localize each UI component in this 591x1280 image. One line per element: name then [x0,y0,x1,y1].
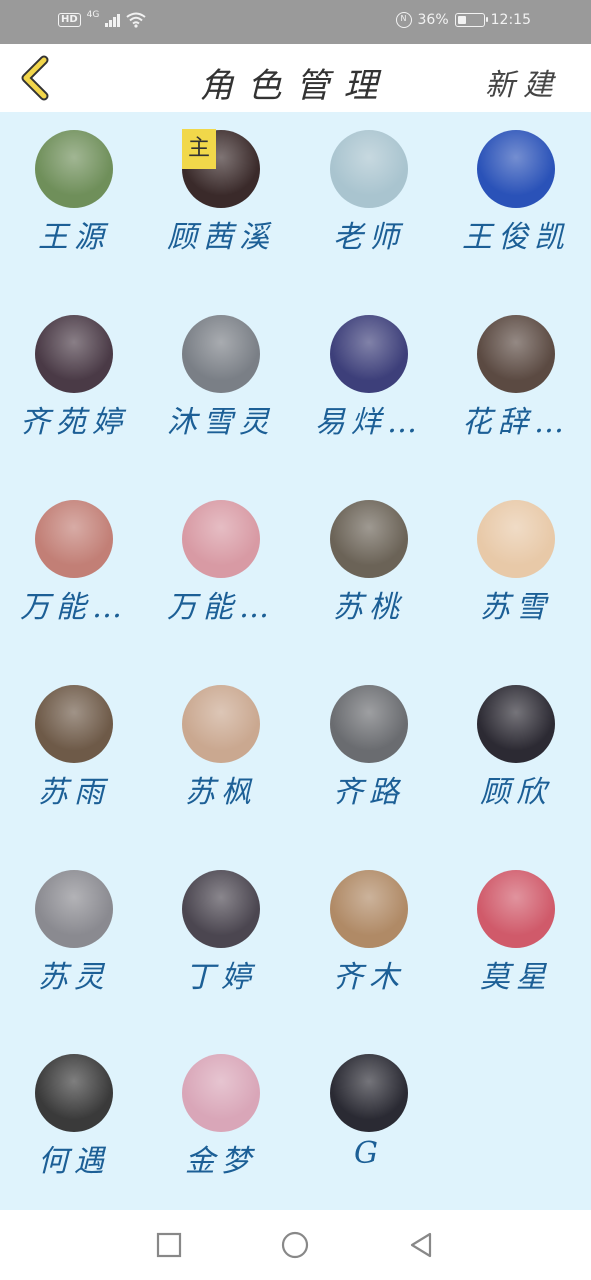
triangle-back-icon [410,1232,432,1258]
role-card[interactable]: 何遇 [0,1036,148,1186]
role-card[interactable]: 顾茜溪 [147,112,295,262]
status-left: HD 4G [58,10,146,28]
battery-percent: 36% [417,12,449,28]
square-icon [156,1232,182,1258]
role-grid: 王源 顾茜溪 老师 王俊凯齐苑婷 沐雪灵 易烊… 花辞… 万能… 万能… 苏桃 苏雪苏雨 苏枫 齐路 顾欣… [0,112,591,1210]
role-card[interactable]: 老师 [295,112,443,262]
role-card[interactable]: 苏雨 [0,667,148,817]
network-type: 4G [86,10,100,20]
role-card[interactable]: 王源 [0,112,148,262]
avatar [330,1054,408,1132]
role-card[interactable]: 易烊… [295,297,443,447]
avatar [182,315,260,393]
role-name: 万能… [167,590,275,625]
title-bar: 角色管理 新建 [0,44,591,112]
avatar [477,500,555,578]
role-card[interactable]: 苏桃 [295,482,443,632]
role-name: 丁婷 [185,960,257,995]
role-name: 苏雪 [480,590,552,625]
avatar [330,685,408,763]
role-card[interactable]: 顾欣 [442,667,590,817]
role-card[interactable]: 花辞… [442,297,590,447]
role-card[interactable]: 丁婷 [147,852,295,1002]
wifi-icon [126,12,146,28]
avatar [35,315,113,393]
avatar [35,870,113,948]
avatar [477,870,555,948]
role-card[interactable]: 莫星 [442,852,590,1002]
role-name: 王源 [38,220,110,255]
role-name: 苏雨 [38,775,110,810]
role-card[interactable]: 苏雪 [442,482,590,632]
role-name: 金梦 [185,1144,257,1179]
status-bar: HD 4G N 36% 12:15 [0,0,591,44]
avatar [182,870,260,948]
avatar [477,315,555,393]
role-card[interactable]: 齐苑婷 [0,297,148,447]
role-card[interactable]: 苏枫 [147,667,295,817]
avatar [182,500,260,578]
circle-icon [281,1231,309,1259]
role-card[interactable]: 齐木 [295,852,443,1002]
role-card[interactable]: 齐路 [295,667,443,817]
role-name: 顾茜溪 [167,220,275,255]
role-name: 齐苑婷 [20,405,128,440]
role-name: 顾欣 [480,775,552,810]
home-button[interactable] [280,1230,310,1260]
hd-icon: HD [58,13,81,27]
avatar [330,500,408,578]
role-name: 王俊凯 [462,220,570,255]
role-card[interactable]: G [295,1036,443,1186]
role-card[interactable]: 王俊凯 [442,112,590,262]
role-name: 老师 [333,220,405,255]
role-name: 苏桃 [333,590,405,625]
role-card[interactable]: 苏灵 [0,852,148,1002]
clock: 12:15 [490,12,531,28]
navigation-bar [0,1210,591,1280]
avatar [477,130,555,208]
avatar [35,685,113,763]
role-name: 苏枫 [185,775,257,810]
role-name: 齐路 [333,775,405,810]
role-name: 何遇 [38,1144,110,1179]
signal-icon [105,13,121,27]
avatar [477,685,555,763]
back-nav-button[interactable] [406,1230,436,1260]
role-name: G [354,1136,384,1171]
role-name: 万能… [20,590,128,625]
avatar [182,1054,260,1132]
role-name: 苏灵 [38,960,110,995]
role-card[interactable]: 沐雪灵 [147,297,295,447]
role-card[interactable]: 万能… [0,482,148,632]
new-button[interactable]: 新建 [485,60,561,104]
status-right: N 36% 12:15 [395,12,531,28]
battery-icon [454,13,488,27]
role-name: 莫星 [480,960,552,995]
avatar [330,130,408,208]
avatar [35,130,113,208]
role-name: 沐雪灵 [167,405,275,440]
avatar [330,315,408,393]
mute-icon: N [395,12,412,28]
role-card[interactable]: 万能… [147,482,295,632]
recent-apps-button[interactable] [154,1230,184,1260]
avatar [330,870,408,948]
avatar [35,500,113,578]
role-name: 花辞… [462,405,570,440]
role-card[interactable]: 金梦 [147,1036,295,1186]
main-role-badge: 主 [182,129,216,169]
role-name: 易烊… [315,405,423,440]
role-name: 齐木 [333,960,405,995]
avatar [182,685,260,763]
avatar [35,1054,113,1132]
